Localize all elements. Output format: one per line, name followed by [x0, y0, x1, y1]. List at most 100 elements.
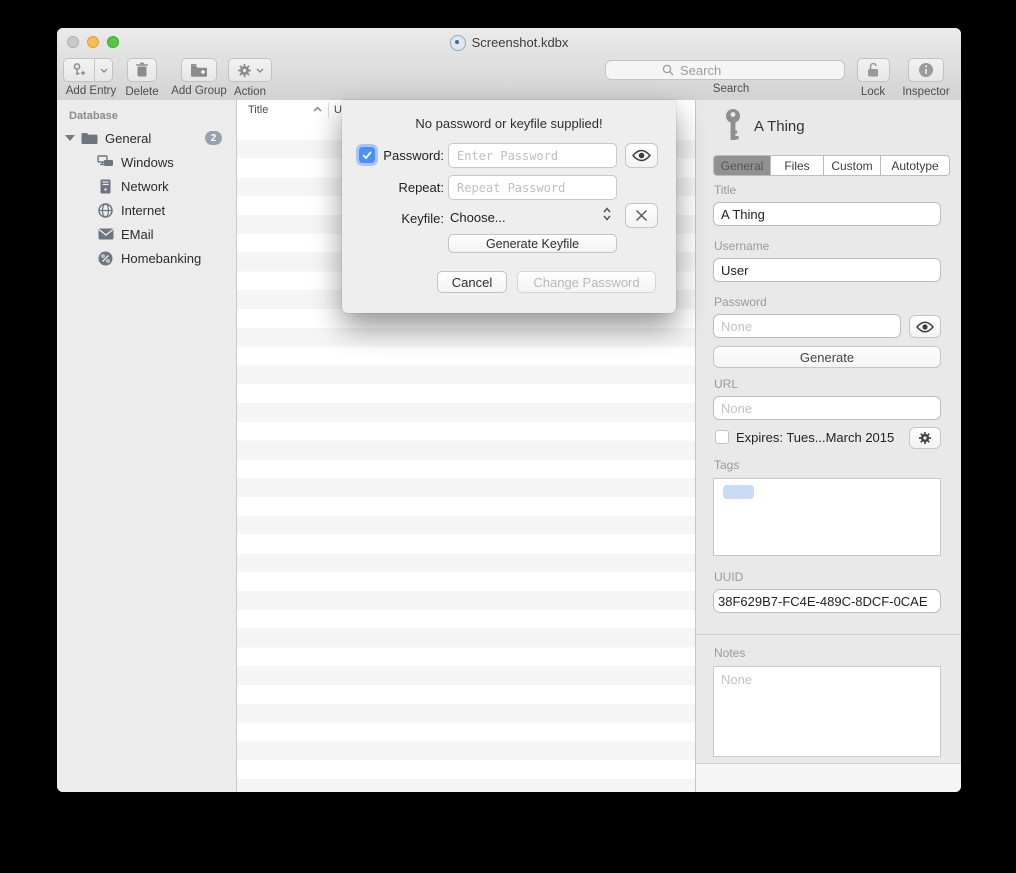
- sidebar-item-general[interactable]: General 2: [57, 126, 236, 150]
- trash-icon: [135, 62, 149, 78]
- sidebar-item-network[interactable]: Network: [57, 174, 236, 198]
- lock-button[interactable]: [857, 58, 890, 82]
- cancel-button[interactable]: Cancel: [437, 271, 507, 293]
- search-icon: [662, 64, 674, 76]
- tags-label: Tags: [714, 458, 739, 472]
- key-icon: [722, 108, 744, 146]
- eye-icon: [916, 321, 934, 333]
- inspector-footer: [696, 763, 961, 792]
- sidebar-section-header: Database: [69, 110, 236, 122]
- sidebar-item-label: Windows: [121, 155, 174, 170]
- entry-count-badge: 2: [205, 131, 222, 145]
- sidebar-item-label: Homebanking: [121, 251, 201, 266]
- tags-box[interactable]: [713, 478, 941, 556]
- chevron-down-icon: [100, 68, 108, 73]
- expires-label: Expires: Tues...March 2015: [736, 430, 894, 445]
- windows-network-icon: [97, 154, 114, 171]
- add-entry-label: Add Entry: [63, 85, 119, 97]
- info-icon: [918, 62, 934, 78]
- password-label: Password:: [372, 148, 444, 163]
- inspector-button[interactable]: [908, 58, 944, 82]
- section-divider: [696, 634, 961, 635]
- sidebar-item-label: EMail: [121, 227, 154, 242]
- inspector-tabs: General Files Custom Autotype: [713, 155, 950, 176]
- clear-keyfile-button[interactable]: [625, 203, 658, 228]
- show-password-button[interactable]: [625, 143, 658, 168]
- keyfile-label: Keyfile:: [372, 211, 444, 226]
- sidebar-item-windows[interactable]: Windows: [57, 150, 236, 174]
- minimize-button[interactable]: [87, 36, 99, 48]
- add-entry-button[interactable]: [63, 58, 113, 82]
- inspector-label: Inspector: [900, 86, 952, 98]
- checkmark-icon: [362, 151, 372, 160]
- folder-icon: [81, 130, 98, 147]
- envelope-icon: [97, 226, 114, 243]
- generate-keyfile-button[interactable]: Generate Keyfile: [448, 234, 617, 253]
- column-divider[interactable]: [328, 103, 329, 118]
- tab-files[interactable]: Files: [771, 156, 824, 175]
- tag-chip[interactable]: [723, 485, 754, 499]
- search-input[interactable]: [678, 62, 832, 79]
- url-field[interactable]: [713, 396, 941, 420]
- sidebar-item-label: Network: [121, 179, 169, 194]
- inspector-panel: A Thing General Files Custom Autotype Ti…: [695, 100, 961, 792]
- notes-label: Notes: [714, 646, 745, 660]
- title-label: Title: [714, 183, 736, 197]
- add-group-button[interactable]: [181, 58, 217, 82]
- tab-custom[interactable]: Custom: [824, 156, 881, 175]
- repeat-password-input[interactable]: [448, 175, 617, 200]
- dialog-message: No password or keyfile supplied!: [342, 116, 676, 131]
- search-field[interactable]: [605, 60, 845, 80]
- sidebar-item-internet[interactable]: Internet: [57, 198, 236, 222]
- title-field[interactable]: [713, 202, 941, 226]
- folder-plus-icon: [190, 63, 208, 77]
- close-button[interactable]: [67, 36, 79, 48]
- gear-icon: [918, 431, 932, 445]
- server-icon: [97, 178, 114, 195]
- expires-checkbox[interactable]: [715, 430, 729, 444]
- chevron-down-icon: [256, 68, 264, 73]
- zoom-button[interactable]: [107, 36, 119, 48]
- sidebar-item-label: Internet: [121, 203, 165, 218]
- password-label: Password: [714, 295, 767, 309]
- username-field[interactable]: [713, 258, 941, 282]
- sidebar-item-email[interactable]: EMail: [57, 222, 236, 246]
- entry-header: A Thing: [696, 100, 961, 150]
- add-entry-dropdown[interactable]: [95, 59, 112, 81]
- eye-icon: [632, 149, 651, 162]
- action-button[interactable]: [228, 58, 272, 82]
- change-password-button[interactable]: Change Password: [517, 271, 656, 293]
- url-label: URL: [714, 377, 738, 391]
- globe-icon: [97, 202, 114, 219]
- delete-button[interactable]: [127, 58, 157, 82]
- tab-general[interactable]: General: [714, 156, 771, 175]
- expires-settings-button[interactable]: [909, 427, 941, 449]
- close-x-icon: [635, 209, 648, 222]
- keyfile-popup[interactable]: Choose...: [450, 210, 506, 225]
- tab-autotype[interactable]: Autotype: [881, 156, 949, 175]
- notes-field[interactable]: [713, 666, 941, 757]
- password-dialog: No password or keyfile supplied! Passwor…: [342, 100, 676, 313]
- column-header-username-partial[interactable]: U: [334, 104, 342, 116]
- disclosure-triangle-icon[interactable]: [65, 135, 75, 141]
- repeat-label: Repeat:: [372, 180, 444, 195]
- open-lock-icon: [866, 62, 880, 78]
- sidebar: Database General 2 Windows Network: [57, 100, 237, 792]
- document-proxy-icon: [450, 35, 466, 51]
- uuid-field[interactable]: [713, 589, 941, 613]
- sidebar-item-homebanking[interactable]: Homebanking: [57, 246, 236, 270]
- stepper-icon[interactable]: [602, 206, 612, 222]
- key-plus-icon: [64, 59, 94, 81]
- add-group-label: Add Group: [167, 85, 231, 97]
- app-window: Screenshot.kdbx Add Entry Delete: [57, 28, 961, 792]
- sort-ascending-icon: [313, 106, 322, 112]
- generate-password-button[interactable]: Generate: [713, 346, 941, 368]
- password-field[interactable]: [713, 314, 901, 338]
- gear-icon: [237, 63, 252, 78]
- titlebar: Screenshot.kdbx: [57, 28, 961, 57]
- password-input[interactable]: [448, 143, 617, 168]
- toolbar: Add Entry Delete Add Group Action: [57, 57, 961, 101]
- column-header-title[interactable]: Title: [248, 104, 268, 116]
- show-password-button[interactable]: [909, 315, 941, 338]
- entry-title: A Thing: [754, 118, 805, 135]
